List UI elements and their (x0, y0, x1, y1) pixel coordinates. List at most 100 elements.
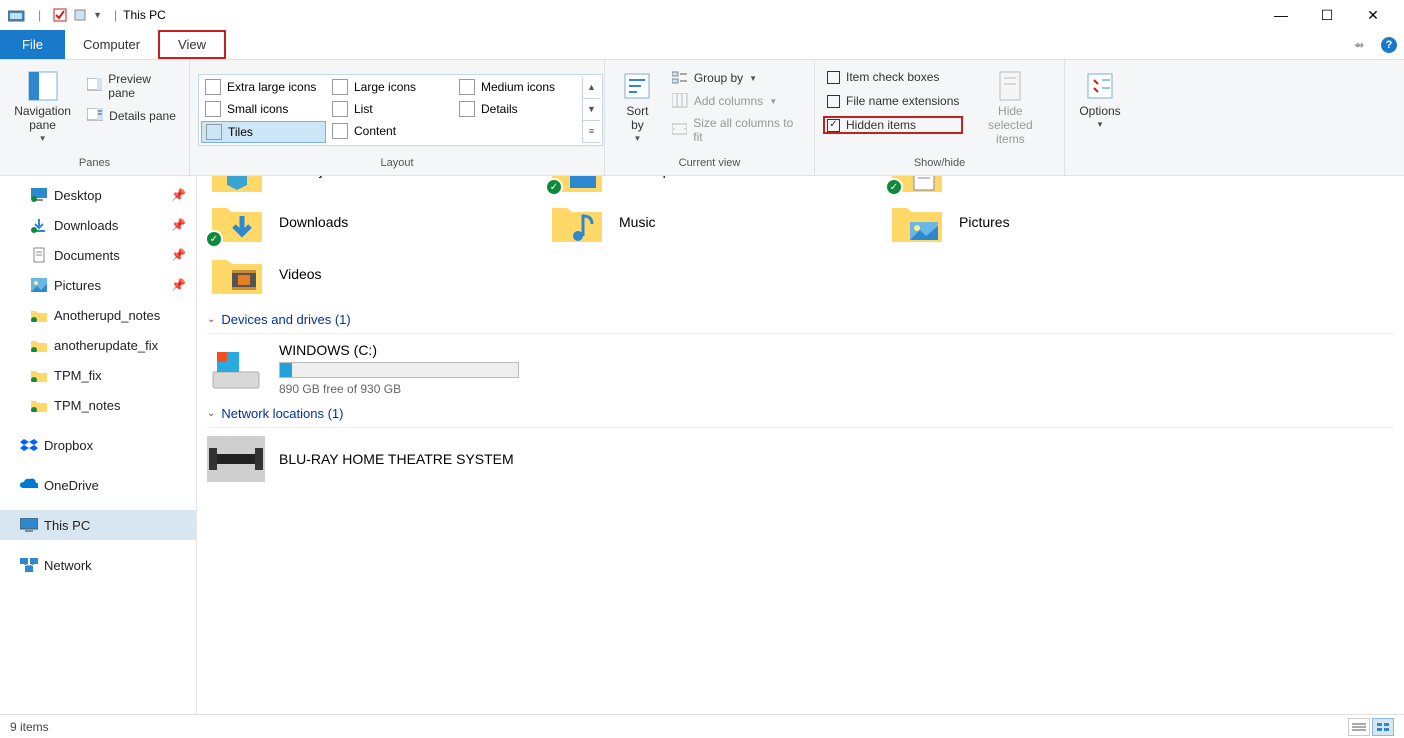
size-columns-button: Size all columns to fit (668, 114, 806, 146)
current-view-group-label: Current view (605, 153, 814, 175)
status-items-count: 9 items (10, 720, 49, 734)
hidden-items-checkbox[interactable]: Hidden items (823, 116, 963, 134)
layout-gallery: Extra large icons Small icons Tiles Larg… (198, 74, 603, 146)
onedrive-icon (20, 476, 38, 494)
minimize-button[interactable]: — (1258, 0, 1304, 30)
maximize-button[interactable]: ☐ (1304, 0, 1350, 30)
tree-item-downloads[interactable]: Downloads📌 (0, 210, 196, 240)
content-option[interactable]: Content (328, 121, 453, 141)
dropdown-caret-icon: ▼ (1096, 120, 1104, 129)
folder-icon (30, 306, 48, 324)
options-button[interactable]: Options ▼ (1073, 66, 1126, 133)
list-option[interactable]: List (328, 99, 453, 119)
chevron-down-icon: ⌄ (207, 314, 215, 325)
minimize-ribbon-icon[interactable]: ⇴ (1344, 30, 1374, 59)
pin-icon: 📌 (171, 248, 186, 262)
ribbon-tabs: File Computer View ⇴ ? (0, 30, 1404, 60)
navigation-pane-label: Navigation pane (14, 104, 71, 132)
sync-badge-icon: ✓ (545, 178, 563, 196)
folder-icon (30, 396, 48, 414)
sync-badge-icon: ✓ (205, 230, 223, 248)
details-option[interactable]: Details (455, 99, 580, 119)
tree-item-folder[interactable]: anotherupdate_fix (0, 330, 196, 360)
folder-tile-documents[interactable]: ✓ Documents (887, 176, 1167, 194)
tree-item-folder[interactable]: TPM_fix (0, 360, 196, 390)
content-area: Desktop📌 Downloads📌 Documents📌 Pictures📌… (0, 176, 1404, 714)
computer-tab[interactable]: Computer (65, 30, 158, 59)
tree-item-onedrive[interactable]: OneDrive (0, 470, 196, 500)
dropdown-caret-icon: ▼ (749, 74, 757, 83)
pictures-folder-icon (887, 198, 947, 246)
details-view-icon[interactable] (1348, 718, 1370, 736)
preview-pane-button[interactable]: Preview pane (83, 70, 181, 102)
separator: | (114, 8, 117, 22)
desktop-folder-icon: ✓ (547, 176, 607, 194)
layout-group: Extra large icons Small icons Tiles Larg… (190, 60, 605, 175)
gallery-scroll[interactable]: ▲ ▼ ≡ (582, 77, 600, 143)
sync-badge-icon: ✓ (885, 178, 903, 196)
tree-item-folder[interactable]: TPM_notes (0, 390, 196, 420)
network-section-header[interactable]: ⌄ Network locations (1) (207, 396, 1394, 428)
dropdown-caret-icon: ▼ (769, 97, 777, 106)
dropbox-icon (20, 436, 38, 454)
tree-item-this-pc[interactable]: This PC (0, 510, 196, 540)
folder-tile-3d-objects[interactable]: 3D Objects (207, 176, 487, 194)
folder-tile-pictures[interactable]: Pictures (887, 198, 1167, 246)
sort-by-button[interactable]: Sort by ▼ (613, 66, 662, 147)
thispc-icon (20, 516, 38, 534)
group-by-button[interactable]: Group by ▼ (668, 68, 806, 88)
downloads-folder-icon: ✓ (207, 198, 267, 246)
view-tab[interactable]: View (158, 30, 226, 59)
network-icon (20, 556, 38, 574)
tree-item-dropbox[interactable]: Dropbox (0, 430, 196, 460)
desktop-icon (30, 186, 48, 204)
view-mode-switcher (1348, 718, 1394, 736)
window-controls: — ☐ ✕ (1258, 0, 1396, 30)
expand-gallery-icon[interactable]: ≡ (583, 121, 600, 143)
devices-section-header[interactable]: ⌄ Devices and drives (1) (207, 302, 1394, 334)
hide-selected-items-button: Hide selected items (969, 66, 1051, 150)
show-hide-group: Item check boxes File name extensions Hi… (815, 60, 1065, 175)
item-check-boxes-checkbox[interactable]: Item check boxes (823, 68, 963, 86)
drive-icon (207, 346, 265, 392)
pin-icon: 📌 (171, 278, 186, 292)
tree-item-documents[interactable]: Documents📌 (0, 240, 196, 270)
drive-name: WINDOWS (C:) (279, 342, 519, 358)
navigation-tree: Desktop📌 Downloads📌 Documents📌 Pictures📌… (0, 176, 197, 714)
tiles-view-icon[interactable] (1372, 718, 1394, 736)
tiles-option[interactable]: Tiles (201, 121, 326, 143)
file-tab[interactable]: File (0, 30, 65, 59)
file-name-extensions-checkbox[interactable]: File name extensions (823, 92, 963, 110)
medium-icons-option[interactable]: Medium icons (455, 77, 580, 97)
tree-item-network[interactable]: Network (0, 550, 196, 580)
qat-placeholder-icon[interactable] (73, 8, 87, 22)
navigation-pane-button[interactable]: Navigation pane ▼ (8, 66, 77, 147)
scroll-down-icon[interactable]: ▼ (583, 99, 600, 121)
folder-tile-desktop[interactable]: ✓ Desktop (547, 176, 827, 194)
folder-tile-downloads[interactable]: ✓ Downloads (207, 198, 487, 246)
close-button[interactable]: ✕ (1350, 0, 1396, 30)
details-pane-label: Details pane (109, 109, 176, 123)
dropdown-caret-icon: ▼ (39, 134, 47, 143)
help-icon[interactable]: ? (1374, 30, 1404, 59)
details-pane-button[interactable]: Details pane (83, 106, 181, 126)
properties-icon[interactable] (53, 8, 67, 22)
folder-tile-music[interactable]: Music (547, 198, 827, 246)
tree-item-folder[interactable]: Anotherupd_notes (0, 300, 196, 330)
qat-dropdown-icon[interactable]: ▼ (93, 10, 102, 20)
folder-icon (30, 336, 48, 354)
tree-item-desktop[interactable]: Desktop📌 (0, 180, 196, 210)
quick-access-toolbar: | ▼ | (8, 8, 123, 22)
network-device-tile[interactable]: BLU-RAY HOME THEATRE SYSTEM (207, 436, 1394, 482)
pin-icon: 📌 (171, 188, 186, 202)
drive-tile-c[interactable]: WINDOWS (C:) 890 GB free of 930 GB (207, 342, 1394, 396)
panes-group-label: Panes (0, 153, 189, 175)
large-icons-option[interactable]: Large icons (328, 77, 453, 97)
extra-large-icons-option[interactable]: Extra large icons (201, 77, 326, 97)
small-icons-option[interactable]: Small icons (201, 99, 326, 119)
scroll-up-icon[interactable]: ▲ (583, 77, 600, 99)
show-hide-group-label: Show/hide (815, 153, 1064, 175)
tree-item-pictures[interactable]: Pictures📌 (0, 270, 196, 300)
folder-tile-videos[interactable]: Videos (207, 250, 487, 298)
videos-folder-icon (207, 250, 267, 298)
